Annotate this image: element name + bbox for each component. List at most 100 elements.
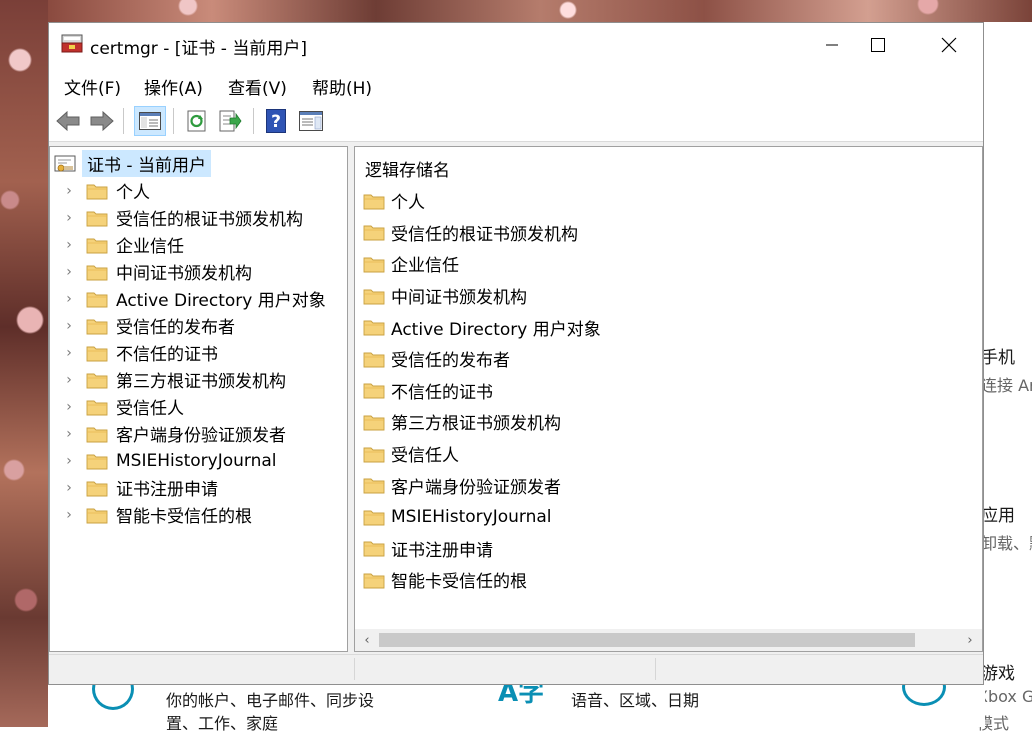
expand-chevron-icon[interactable]: › [62,507,76,523]
help-icon: ? [266,109,286,133]
expand-chevron-icon[interactable]: › [62,237,76,253]
settings-window-bottom: 你的帐户、电子邮件、同步设 置、工作、家庭 A字 语音、区域、日期 [48,668,985,733]
export-list-icon [219,110,242,132]
show-hide-tree-button[interactable] [134,106,166,136]
folder-icon [363,381,385,399]
settings-window-right: 手机 连接 Ar 应用 卸载、默 游戏 Xbox G 模式 [977,22,1032,733]
list-item[interactable]: 受信任的发布者 [363,343,601,375]
expand-chevron-icon[interactable]: › [62,291,76,307]
settings-gaming-title[interactable]: 游戏 [981,659,1015,684]
expand-chevron-icon[interactable]: › [62,399,76,415]
expand-chevron-icon[interactable]: › [62,372,76,388]
export-list-button[interactable] [216,107,244,135]
expand-chevron-icon[interactable]: › [62,480,76,496]
folder-icon [86,479,108,497]
list-item[interactable]: 企业信任 [363,248,601,280]
tree-item[interactable]: › 证书注册申请 [50,474,326,501]
folder-icon [86,182,108,200]
scroll-right-icon[interactable]: › [960,631,980,649]
list-item[interactable]: MSIEHistoryJournal [363,501,601,533]
expand-chevron-icon[interactable]: › [62,183,76,199]
tree-item[interactable]: › 中间证书颁发机构 [50,258,326,285]
list-item[interactable]: 证书注册申请 [363,533,601,565]
list-item[interactable]: 受信任的根证书颁发机构 [363,217,601,249]
list-item[interactable]: 客户端身份验证颁发者 [363,469,601,501]
expand-chevron-icon[interactable]: › [62,453,76,469]
action-pane-button[interactable] [297,107,325,135]
tree-item-label: Active Directory 用户对象 [116,291,326,311]
tree-item[interactable]: › 受信任的发布者 [50,312,326,339]
list-item-label: Active Directory 用户对象 [391,319,601,340]
maximize-button[interactable] [855,23,901,67]
tree-item[interactable]: › 受信任人 [50,393,326,420]
tree-item[interactable]: › 客户端身份验证颁发者 [50,420,326,447]
menu-view[interactable]: 查看(V) [228,74,287,99]
menu-action[interactable]: 操作(A) [144,74,203,99]
list-item[interactable]: 受信任人 [363,438,601,470]
tree-root-node[interactable]: 证书 - 当前用户 [54,150,211,177]
list-item-label: 受信任的发布者 [391,351,510,372]
folder-icon [86,371,108,389]
tree-item-label: 第三方根证书颁发机构 [116,372,286,392]
status-cell [354,658,656,680]
list-item[interactable]: 不信任的证书 [363,375,601,407]
list-item[interactable]: 个人 [363,185,601,217]
minimize-icon [826,44,838,46]
settings-apps-title[interactable]: 应用 [981,501,1015,526]
folder-icon [363,571,385,589]
forward-button[interactable] [88,107,116,135]
folder-icon [363,445,385,463]
close-button[interactable] [926,23,972,67]
menu-file[interactable]: 文件(F) [64,74,121,99]
menu-help[interactable]: 帮助(H) [312,74,372,99]
folder-icon [86,425,108,443]
expand-chevron-icon[interactable]: › [62,318,76,334]
tree-item[interactable]: › 企业信任 [50,231,326,258]
folder-icon [363,255,385,273]
tree-pane[interactable]: 证书 - 当前用户 › 个人 › 受信任的根证书颁发机构 › 企业信任 › 中间证书颁发机构 ›… [49,146,348,652]
certmgr-app-icon [61,32,83,54]
list-item[interactable]: 智能卡受信任的根 [363,564,601,596]
tree-item[interactable]: › 第三方根证书颁发机构 [50,366,326,393]
column-header-logical-store[interactable]: 逻辑存储名 [365,156,450,181]
settings-phone-title[interactable]: 手机 [981,343,1015,368]
scrollbar-thumb[interactable] [379,633,915,647]
folder-icon [363,192,385,210]
toolbar-separator [123,108,124,134]
minimize-button[interactable] [809,23,855,67]
list-item[interactable]: 第三方根证书颁发机构 [363,406,601,438]
list-item-label: 中间证书颁发机构 [391,288,527,309]
refresh-button[interactable] [183,107,211,135]
tree-item[interactable]: › 个人 [50,177,326,204]
expand-chevron-icon[interactable]: › [62,345,76,361]
tree-item[interactable]: › MSIEHistoryJournal [50,447,326,474]
tree-item[interactable]: › Active Directory 用户对象 [50,285,326,312]
list-item[interactable]: 中间证书颁发机构 [363,280,601,312]
settings-gaming-sub: Xbox G [977,687,1032,706]
list-item[interactable]: Active Directory 用户对象 [363,311,601,343]
expand-chevron-icon[interactable]: › [62,210,76,226]
scroll-left-icon[interactable]: ‹ [357,631,377,649]
details-pane[interactable]: 逻辑存储名 个人 受信任的根证书颁发机构企业信任中间证书颁发机构 Active Di… [354,146,983,652]
settings-accounts-line2: 置、工作、家庭 [166,714,279,733]
tree-item-label: 受信任的发布者 [116,318,235,338]
folder-icon [363,539,385,557]
horizontal-scrollbar[interactable]: ‹ › [355,629,982,651]
help-button[interactable]: ? [262,107,290,135]
tree-item[interactable]: › 不信任的证书 [50,339,326,366]
list-item-label: 企业信任 [391,256,459,277]
tree-item-label: MSIEHistoryJournal [116,450,277,471]
title-bar[interactable]: certmgr - [证书 - 当前用户] [49,23,983,67]
expand-chevron-icon[interactable]: › [62,264,76,280]
tree-item[interactable]: › 智能卡受信任的根 [50,501,326,528]
forward-arrow-icon [90,110,114,132]
folder-icon [86,344,108,362]
folder-icon [86,317,108,335]
folder-icon [363,476,385,494]
folder-icon [363,350,385,368]
close-icon [941,37,957,53]
tree-item[interactable]: › 受信任的根证书颁发机构 [50,204,326,231]
back-button[interactable] [54,107,82,135]
expand-chevron-icon[interactable]: › [62,426,76,442]
menu-bar: 文件(F) 操作(A) 查看(V) 帮助(H) [49,67,983,102]
